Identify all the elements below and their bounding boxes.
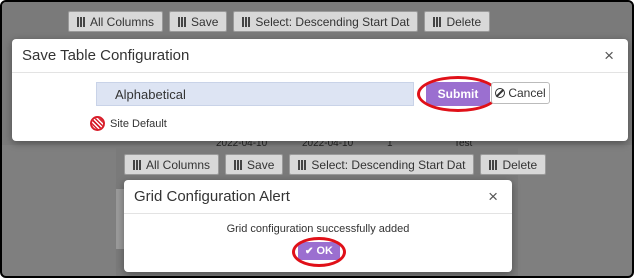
delete-label: Delete (446, 14, 482, 29)
ok-label: OK (316, 245, 333, 257)
column-grip-icon (433, 16, 442, 27)
dialog-header: Grid Configuration Alert × (124, 180, 512, 214)
select-configuration-dropdown[interactable]: Select: Descending Start Dat (289, 154, 475, 175)
save-label: Save (191, 14, 219, 29)
save-table-configuration-dialog: Save Table Configuration × Submit Cancel… (12, 39, 628, 141)
column-grip-icon (489, 159, 498, 170)
close-icon[interactable]: × (484, 186, 502, 207)
configuration-name-input[interactable] (96, 82, 414, 106)
grid-configuration-alert-dialog: Grid Configuration Alert × Grid configur… (124, 180, 512, 272)
select-configuration-dropdown[interactable]: Select: Descending Start Dat (233, 11, 419, 32)
submit-button[interactable]: Submit (426, 82, 490, 106)
column-grip-icon (298, 159, 307, 170)
save-label: Save (247, 157, 275, 172)
cancel-button[interactable]: Cancel (491, 82, 550, 104)
screenshot-frame: All Columns Save Select: Descending Star… (0, 0, 634, 278)
save-button[interactable]: Save (169, 11, 228, 32)
ok-button[interactable]: ✔ OK (298, 242, 340, 260)
all-columns-label: All Columns (146, 157, 211, 172)
top-panel: All Columns Save Select: Descending Star… (2, 2, 632, 149)
bottom-toolbar: All Columns Save Select: Descending Star… (124, 154, 547, 175)
background-grid-strip (116, 189, 124, 249)
close-icon[interactable]: × (600, 45, 618, 66)
select-configuration-label: Select: Descending Start Dat (255, 14, 410, 29)
all-columns-label: All Columns (90, 14, 155, 29)
column-grip-icon (133, 159, 141, 170)
column-grip-icon (77, 16, 85, 27)
dialog-title: Save Table Configuration (22, 47, 190, 64)
top-toolbar: All Columns Save Select: Descending Star… (68, 11, 491, 32)
select-configuration-label: Select: Descending Start Dat (311, 157, 466, 172)
cancel-ban-icon (495, 88, 506, 98)
column-grip-icon (242, 16, 251, 27)
site-default-toggle[interactable]: Site Default (90, 116, 167, 131)
site-default-label: Site Default (110, 117, 167, 130)
dialog-header: Save Table Configuration × (12, 39, 628, 73)
alert-message: Grid configuration successfully added (226, 223, 410, 235)
column-grip-icon (178, 16, 187, 27)
save-button[interactable]: Save (225, 154, 284, 175)
delete-label: Delete (502, 157, 538, 172)
delete-button[interactable]: Delete (480, 154, 547, 175)
cancel-label: Cancel (508, 86, 546, 100)
site-default-icon (90, 116, 105, 131)
all-columns-button[interactable]: All Columns (68, 11, 164, 32)
column-grip-icon (234, 159, 243, 170)
bottom-panel: All Columns Save Select: Descending Star… (116, 148, 547, 276)
check-icon: ✔ (305, 245, 314, 257)
delete-button[interactable]: Delete (424, 11, 491, 32)
all-columns-button[interactable]: All Columns (124, 154, 220, 175)
dialog-title: Grid Configuration Alert (134, 188, 290, 205)
